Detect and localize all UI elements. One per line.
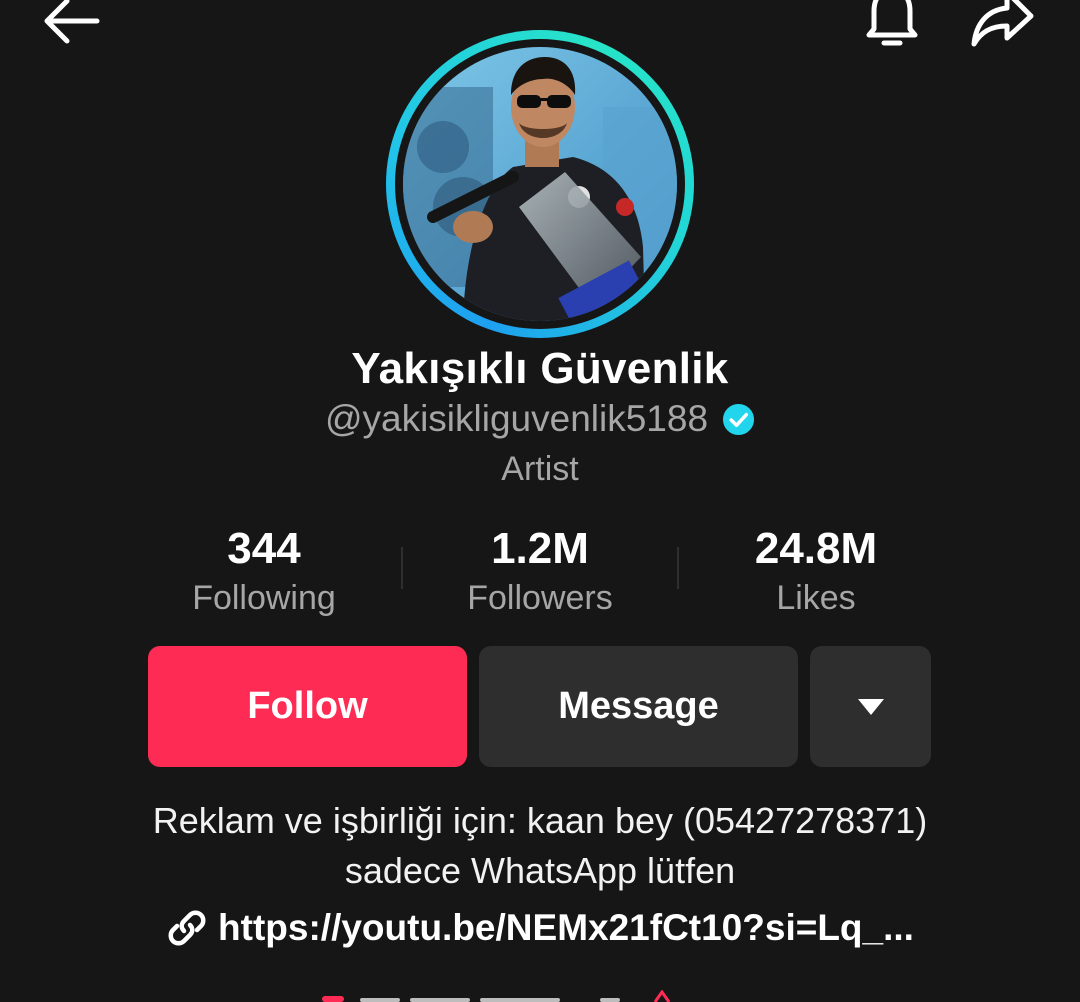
link-url: https://youtu.be/NEMx21fCt10?si=Lq_... (218, 907, 914, 948)
follow-button[interactable]: Follow (148, 646, 467, 767)
share-button[interactable] (962, 0, 1042, 56)
stat-following[interactable]: 344 Following (126, 522, 402, 622)
share-arrow-icon (971, 0, 1034, 47)
username-handle: @yakisikliguvenlik5188 (324, 398, 709, 439)
arrow-left-icon (44, 0, 100, 44)
stat-divider (677, 547, 679, 589)
verified-badge-icon (723, 403, 755, 435)
stat-value: 344 (227, 524, 301, 573)
avatar-ring[interactable] (386, 30, 694, 338)
bio-line: Reklam ve işbirliği için: kaan bey (0542… (152, 800, 928, 841)
stats-row: 344 Following 1.2M Followers 24.8M Likes (126, 522, 954, 622)
notification-button[interactable] (852, 0, 932, 56)
message-button[interactable]: Message (479, 646, 798, 767)
stat-value: 24.8M (754, 524, 878, 573)
stat-followers[interactable]: 1.2M Followers (402, 522, 678, 622)
profile-link[interactable]: https://youtu.be/NEMx21fCt10?si=Lq_... (0, 904, 1080, 952)
display-name: Yakışıklı Güvenlik (351, 344, 729, 393)
cut-off-row (322, 990, 671, 1002)
handle-row: @yakisikliguvenlik5188 (0, 397, 1080, 441)
stat-label: Following (192, 579, 336, 617)
back-button[interactable] (30, 0, 110, 56)
stat-divider (401, 547, 403, 589)
caret-down-icon (857, 698, 884, 715)
bio-text: Reklam ve işbirliği için: kaan bey (0542… (0, 796, 1080, 896)
stat-label: Likes (776, 579, 856, 617)
more-options-button[interactable] (810, 646, 931, 767)
account-category: Artist (501, 450, 579, 488)
stat-label: Followers (467, 579, 613, 617)
avatar[interactable] (403, 47, 677, 321)
avatar-ring-gap (395, 39, 685, 329)
profile-page: Yakışıklı Güvenlik @yakisikliguvenlik518… (0, 0, 1080, 1002)
stat-value: 1.2M (491, 524, 589, 573)
link-icon (168, 910, 206, 946)
bell-icon (866, 0, 918, 46)
bio-line: sadece WhatsApp lütfen (344, 850, 736, 891)
stat-likes[interactable]: 24.8M Likes (678, 522, 954, 622)
